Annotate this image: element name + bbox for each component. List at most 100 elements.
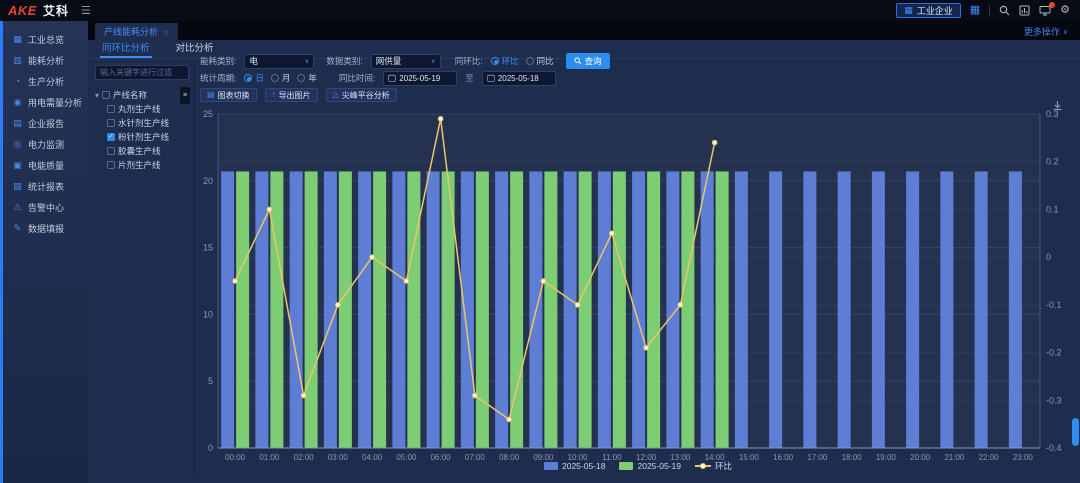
search-icon[interactable] [999, 5, 1010, 16]
data-type-value: 网供量 [376, 55, 402, 67]
date-start-input[interactable]: 2025-05-19 [383, 71, 457, 86]
tree-root-checkbox[interactable] [102, 91, 110, 99]
overview-icon: ▦ [12, 35, 23, 44]
hamburger-menu-icon[interactable]: ☰ [81, 4, 91, 17]
tree-root-label: 产线名称 [113, 89, 147, 101]
svg-text:15: 15 [203, 243, 213, 253]
period-label: 统计周期: [200, 72, 236, 84]
ratio-radio-group: 环比同比 [491, 55, 554, 67]
sidebar-item-label: 企业报告 [28, 117, 64, 130]
svg-text:0: 0 [1046, 252, 1051, 262]
sidebar-item-power-quality[interactable]: ▣ 电能质量 [3, 155, 88, 176]
radio-ratio[interactable]: 同比 [526, 55, 554, 67]
energy-type-select[interactable]: 电 [244, 54, 314, 69]
org-grid-icon: ▦ [904, 6, 913, 15]
tree-item[interactable]: 片剂生产线 [95, 158, 194, 172]
legend-item-bar[interactable]: 2025-05-19 [619, 461, 680, 471]
sidebar-item-label: 统计报表 [28, 180, 64, 193]
tab-strip: 产线能耗分析 更多操作 [88, 21, 1080, 40]
tree-item[interactable]: 胶囊生产线 [95, 144, 194, 158]
chart-canvas[interactable]: 05101520250.30.20.10-0.1-0.2-0.3-0.400:0… [196, 100, 1080, 462]
energy-type-label: 能耗类别: [200, 55, 236, 67]
tree-item[interactable]: 丸剂生产线 [95, 102, 194, 116]
notification-badge [1049, 2, 1055, 8]
data-entry-icon: ✎ [12, 224, 23, 233]
radio-ratio[interactable]: 环比 [491, 55, 519, 67]
radio-period[interactable]: 年 [297, 72, 317, 84]
apps-grid-icon[interactable]: ▦ [970, 5, 980, 16]
svg-text:-0.2: -0.2 [1046, 348, 1062, 358]
radio-label: 日 [255, 72, 264, 84]
org-selector-button[interactable]: ▦ 工业企业 [896, 3, 961, 18]
sidebar-item-alarm-center[interactable]: ⚠告警中心 [3, 197, 88, 218]
query-button[interactable]: 查询 [566, 53, 610, 69]
svg-text:10: 10 [203, 309, 213, 319]
tree-item-checkbox[interactable] [107, 133, 115, 141]
tree-item-label: 丸剂生产线 [118, 103, 161, 115]
tree-search-input[interactable] [95, 65, 189, 80]
svg-text:0.1: 0.1 [1046, 204, 1059, 214]
sidebar-item-data-entry[interactable]: ✎ 数据填报 [3, 218, 88, 239]
tree-item-label: 胶囊生产线 [118, 145, 161, 157]
energy-type-value: 电 [249, 55, 258, 67]
chart-switch-icon: ▤ [207, 91, 215, 99]
tree-item[interactable]: 水针剂生产线 [95, 116, 194, 130]
org-button-label: 工业企业 [917, 4, 953, 17]
data-type-select[interactable]: 网供量 [371, 54, 441, 69]
logo-cn-text: 艾科 [43, 2, 69, 19]
radio-circle-icon [526, 57, 534, 65]
tree-item-label: 片剂生产线 [118, 159, 161, 171]
more-actions-dropdown[interactable]: 更多操作 [1024, 25, 1068, 38]
sidebar-item-power-monitor[interactable]: ◎电力监测 [3, 134, 88, 155]
chart-file-icon[interactable] [1019, 5, 1030, 16]
sidebar-item-demand-analysis[interactable]: ◉ 用电需量分析 [3, 92, 88, 113]
tree-collapse-handle[interactable]: ≡ [180, 87, 190, 104]
sidebar-item-statistics-report[interactable]: ▧ 统计报表 [3, 176, 88, 197]
radio-period[interactable]: 日 [244, 72, 264, 84]
save-image-icon[interactable] [1052, 98, 1063, 116]
tool-button-label: 导出图片 [279, 90, 311, 101]
sidebar-item-label: 数据填报 [28, 222, 64, 235]
tab-label: 产线能耗分析 [104, 25, 158, 38]
header-actions: ▦ 工业企业 ▦ ⚙ [896, 3, 1070, 18]
app-root: AKE 艾科 ☰ ▦ 工业企业 ▦ ⚙ ▦工业总览▥能耗分析◔生产 [0, 0, 1080, 483]
sidebar-item-production-analysis[interactable]: ◔生产分析 [3, 71, 88, 92]
sidebar-item-label: 电能质量 [28, 159, 64, 172]
tab-star-icon[interactable] [162, 27, 169, 37]
sidebar-item-enterprise-report[interactable]: ▤企业报告 [3, 113, 88, 134]
sidebar-item-label: 用电需量分析 [28, 96, 82, 109]
svg-text:25: 25 [203, 109, 213, 119]
date-end-input[interactable]: 2025-05-18 [482, 71, 556, 86]
bars-series-2[interactable] [236, 171, 729, 448]
tree-item-checkbox[interactable] [107, 105, 115, 113]
sidebar-item-overview[interactable]: ▦工业总览 [3, 29, 88, 50]
calendar-icon [388, 74, 396, 82]
statistics-icon: ▧ [12, 182, 23, 191]
sidebar-item-energy-analysis[interactable]: ▥能耗分析 [3, 50, 88, 71]
tree-item[interactable]: 粉针剂生产线 [95, 130, 194, 144]
svg-text:0: 0 [208, 443, 213, 453]
power-monitor-icon: ◎ [12, 140, 23, 149]
svg-text:5: 5 [208, 376, 213, 386]
power-quality-icon: ▣ [12, 161, 23, 170]
tree-expand-caret-icon[interactable] [95, 90, 99, 100]
scrollbar-thumb[interactable] [1072, 418, 1079, 446]
radio-label: 年 [308, 72, 317, 84]
content-panel: 同环比分析 对比分析 产线名称丸剂生产线水针剂生产线粉针剂生产线胶囊生产线片剂生… [88, 40, 1080, 483]
svg-text:-0.3: -0.3 [1046, 395, 1062, 405]
svg-text:20: 20 [203, 176, 213, 186]
legend-item-bar[interactable]: 2025-05-18 [544, 461, 605, 471]
radio-period[interactable]: 月 [271, 72, 291, 84]
tree-item-checkbox[interactable] [107, 147, 115, 155]
query-button-label: 查询 [585, 55, 602, 67]
settings-gear-icon[interactable]: ⚙ [1060, 5, 1070, 16]
tool-button-label: 尖峰平谷分析 [342, 90, 390, 101]
tree-item-checkbox[interactable] [107, 119, 115, 127]
monitor-notification-icon[interactable] [1039, 5, 1051, 16]
radio-circle-icon [491, 57, 499, 65]
tree-item-checkbox[interactable] [107, 161, 115, 169]
subtab-ring-ratio-analysis[interactable]: 同环比分析 [100, 38, 152, 58]
legend-label: 2025-05-18 [562, 461, 605, 471]
legend-item-line[interactable]: 环比 [695, 460, 732, 472]
demand-icon: ◉ [12, 98, 23, 107]
